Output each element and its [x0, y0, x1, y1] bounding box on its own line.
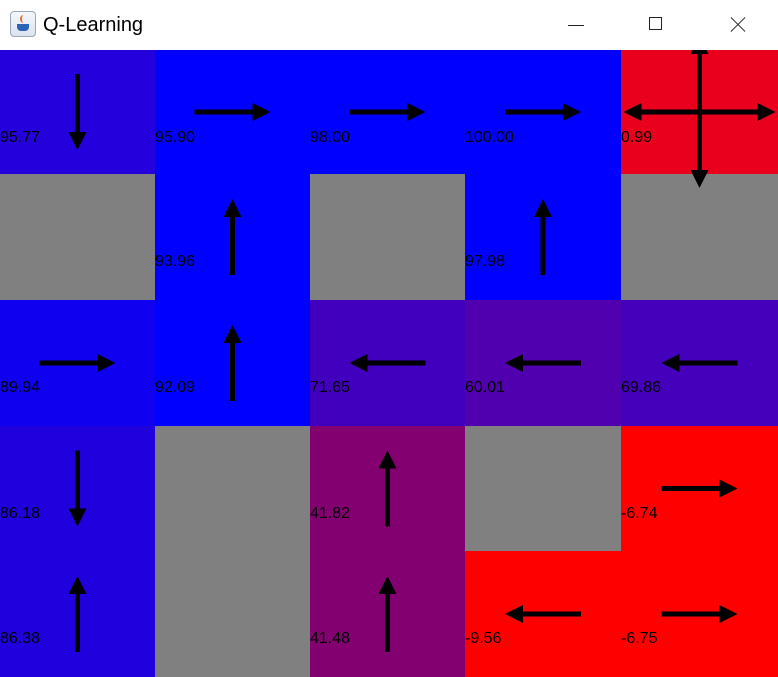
wall-cell [310, 174, 465, 300]
wall-cell [0, 174, 155, 300]
grid-cell: 89.94 [0, 300, 155, 426]
grid-cell: 41.48 [310, 551, 465, 677]
grid-cell: 86.18 [0, 426, 155, 551]
grid-cell: 98.00 [310, 50, 465, 174]
cell-value: 41.48 [310, 630, 351, 647]
grid-cell: 95.90 [155, 50, 310, 174]
cell-value: 95.77 [0, 129, 41, 146]
grid-cell: 0.99 [621, 50, 778, 174]
grid-cell: 95.77 [0, 50, 155, 174]
q-value-grid: 95.77 95.90 98.00 100.00 0.99 93.96 97.98 89.94… [0, 50, 778, 677]
wall-cell [155, 426, 310, 551]
window-title: Q-Learning [43, 14, 144, 36]
grid-cell: 71.65 [310, 300, 465, 426]
wall-cell [155, 551, 310, 677]
grid-cell: 100.00 [465, 50, 621, 174]
cell-value: 93.96 [155, 253, 196, 270]
grid-cell: 86.38 [0, 551, 155, 677]
grid-cell: -9.56 [465, 551, 621, 677]
cell-value: 0.99 [621, 129, 653, 146]
wall-cell [621, 174, 778, 300]
title-bar: Q-Learning [0, 0, 778, 50]
cell-value: 71.65 [310, 379, 351, 396]
grid-cell: 97.98 [465, 174, 621, 300]
grid-cell: 92.09 [155, 300, 310, 426]
cell-value: 97.98 [465, 253, 506, 270]
java-cup-icon[interactable] [10, 11, 36, 37]
cell-value: 92.09 [155, 379, 196, 396]
cell-value: 98.00 [310, 129, 351, 146]
cell-value: 100.00 [465, 129, 514, 146]
grid-cell: 41.82 [310, 426, 465, 551]
grid-cell: -6.75 [621, 551, 778, 677]
cell-value: -9.56 [465, 630, 502, 647]
cell-value: 86.18 [0, 505, 41, 522]
cell-value: 95.90 [155, 129, 196, 146]
grid-cell: 69.86 [621, 300, 778, 426]
cell-value: -6.74 [621, 505, 658, 522]
minimize-button[interactable] [546, 0, 604, 50]
grid-cell: -6.74 [621, 426, 778, 551]
cell-value: 41.82 [310, 505, 351, 522]
maximize-button[interactable] [627, 0, 685, 50]
grid-cell: 60.01 [465, 300, 621, 426]
cell-value: 69.86 [621, 379, 662, 396]
cell-value: 89.94 [0, 379, 41, 396]
cell-value: 86.38 [0, 630, 41, 647]
grid-cell: 93.96 [155, 174, 310, 300]
cell-value: -6.75 [621, 630, 658, 647]
wall-cell [465, 426, 621, 551]
close-button[interactable] [708, 0, 766, 50]
cell-value: 60.01 [465, 379, 506, 396]
